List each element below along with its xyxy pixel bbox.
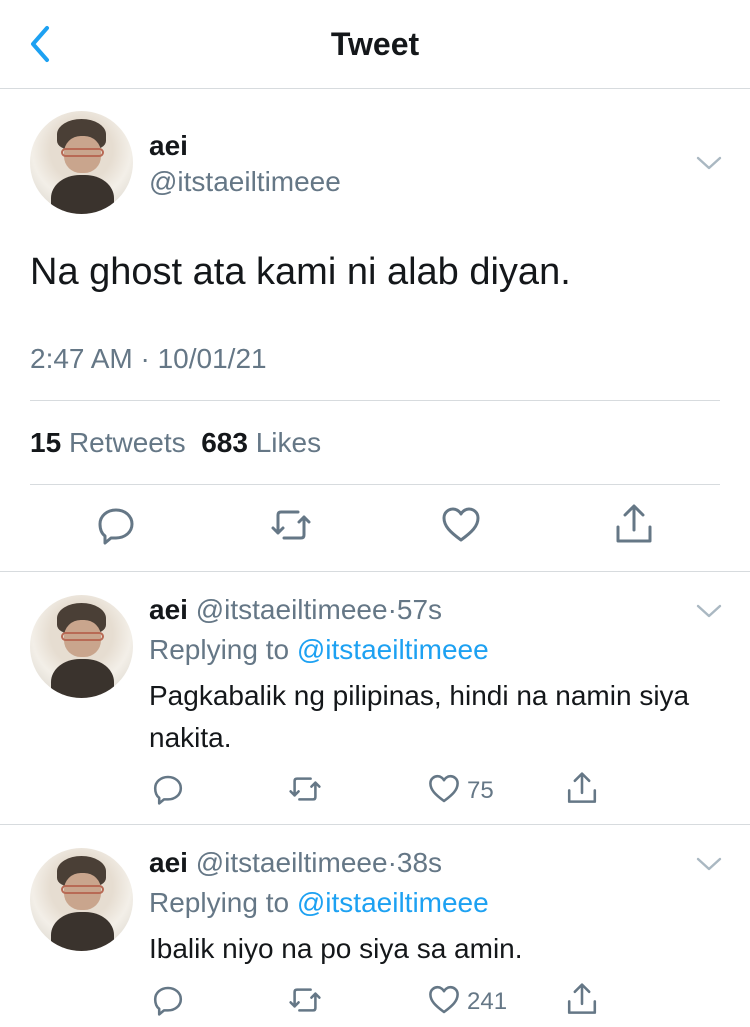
like-count: 241 [467,988,508,1015]
retweets-stat[interactable]: 15 Retweets [30,427,186,458]
like-button[interactable] [428,984,460,1021]
share-button[interactable] [566,982,598,1021]
retweets-count: 15 [30,427,62,458]
tweet-actions [0,497,750,557]
reply-header: aei @itstaeiltimeee·57s [149,593,442,627]
chevron-down-icon [696,857,722,871]
replying-prefix: Replying to [149,634,290,665]
likes-label: Likes [255,427,322,458]
likes-stat[interactable]: 683 Likes [201,427,321,458]
reply-text: Pagkabalik ng pilipinas, hindi na namin … [149,680,690,753]
author-handle[interactable]: @itstaeiltimeee [196,594,388,625]
reply-text: Ibalik niyo na po siya sa amin. [149,933,523,964]
mention-link[interactable]: @itstaeiltimeee [297,887,489,918]
retweet-icon [271,510,311,540]
retweet-icon [289,988,321,1012]
chevron-down-icon [696,604,722,618]
nav-bar: Tweet [0,0,750,89]
separator: · [387,847,397,878]
mention-link[interactable]: @itstaeiltimeee [297,634,489,665]
like-button[interactable] [441,505,481,550]
reply-button[interactable] [96,505,136,550]
share-icon [567,983,597,1014]
author-name[interactable]: aei [149,129,188,163]
share-icon [616,504,652,543]
heart-icon [429,985,459,1014]
tweet-text: Na ghost ata kami ni alab diyan. [30,251,571,293]
tweet-options-button[interactable] [694,601,724,621]
separator: · [387,594,397,625]
retweet-button[interactable] [270,505,312,550]
reply-time: 57s [396,594,443,625]
share-icon [567,772,597,803]
share-button[interactable] [566,771,598,810]
author-name[interactable]: aei [149,594,188,625]
tweet-options-button[interactable] [694,153,724,173]
tweet-timestamp: 2:47 AM · 10/01/21 [30,343,267,374]
avatar[interactable] [30,111,133,214]
author-name[interactable]: aei [149,847,188,878]
retweet-button[interactable] [288,773,322,810]
page-title: Tweet [330,26,420,62]
reply-time: 38s [396,847,443,878]
avatar[interactable] [30,595,133,698]
like-button[interactable] [428,773,460,810]
replying-prefix: Replying to [149,887,290,918]
reply-button[interactable] [152,984,184,1021]
retweets-label: Retweets [68,427,186,458]
tweet-options-button[interactable] [694,854,724,874]
share-button[interactable] [614,503,654,550]
reply-tweet[interactable]: aei @itstaeiltimeee·38s Replying to @its… [0,826,750,1027]
replying-to: Replying to @itstaeiltimeee [149,633,489,667]
chevron-down-icon [696,156,722,170]
avatar[interactable] [30,848,133,951]
divider [30,484,720,485]
reply-header: aei @itstaeiltimeee·38s [149,846,442,880]
likes-count: 683 [201,427,248,458]
tweet-stats: 15 Retweets 683 Likes [30,426,321,460]
reply-button[interactable] [152,773,184,810]
replying-to: Replying to @itstaeiltimeee [149,886,489,920]
author-handle[interactable]: @itstaeiltimeee [149,165,341,199]
reply-icon [98,508,134,545]
like-count: 75 [467,777,494,804]
reply-tweet[interactable]: aei @itstaeiltimeee·57s Replying to @its… [0,573,750,825]
reply-icon [153,986,183,1016]
heart-icon [442,507,480,542]
divider [30,400,720,401]
main-tweet: aei @itstaeiltimeee Na ghost ata kami ni… [0,89,750,572]
retweet-icon [289,777,321,801]
reply-icon [153,775,183,805]
retweet-button[interactable] [288,984,322,1021]
author-handle[interactable]: @itstaeiltimeee [196,847,388,878]
heart-icon [429,774,459,803]
